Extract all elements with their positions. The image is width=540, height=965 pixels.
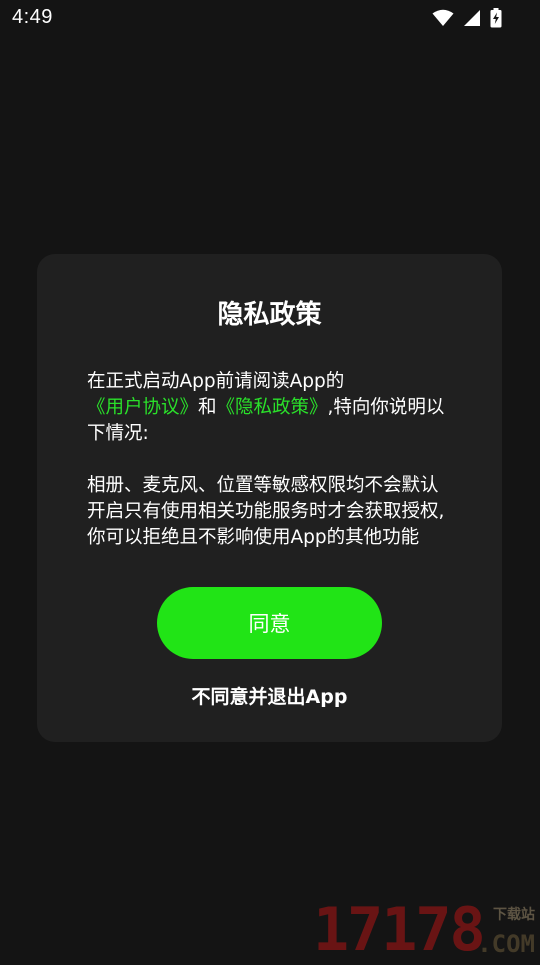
watermark-domain: .COM — [477, 930, 535, 958]
watermark-subtitle: 下载站 — [493, 907, 535, 923]
dialog-body: 在正式启动App前请阅读App的《用户协议》和《隐私政策》,特向你说明以下情况:… — [87, 369, 452, 551]
conjunction-text: 和 — [198, 397, 217, 418]
dialog-title: 隐私政策 — [217, 300, 322, 330]
user-agreement-link[interactable]: 《用户协议》 — [87, 397, 198, 418]
status-icons — [432, 7, 502, 29]
battery-charging-icon — [490, 8, 502, 28]
privacy-dialog: 隐私政策 在正式启动App前请阅读App的《用户协议》和《隐私政策》,特向你说明… — [37, 254, 502, 742]
permissions-paragraph: 相册、麦克风、位置等敏感权限均不会默认开启只有使用相关功能服务时才会获取授权,你… — [87, 475, 445, 548]
status-time: 4:49 — [12, 6, 53, 28]
wifi-icon — [432, 9, 454, 27]
agree-button[interactable]: 同意 — [157, 587, 382, 659]
decline-exit-button[interactable]: 不同意并退出App — [37, 682, 502, 709]
status-bar: 4:49 — [0, 0, 540, 36]
watermark-number-text: 17178 — [313, 895, 486, 965]
watermark-number: 17178 — [313, 900, 486, 960]
intro-text: 在正式启动App前请阅读App的 — [87, 371, 345, 392]
privacy-policy-link[interactable]: 《隐私政策》 — [217, 397, 328, 418]
intro-paragraph: 在正式启动App前请阅读App的《用户协议》和《隐私政策》,特向你说明以下情况: — [87, 369, 452, 447]
signal-icon — [463, 9, 481, 27]
watermark-logo: 17178 下载站 .COM — [313, 900, 535, 960]
